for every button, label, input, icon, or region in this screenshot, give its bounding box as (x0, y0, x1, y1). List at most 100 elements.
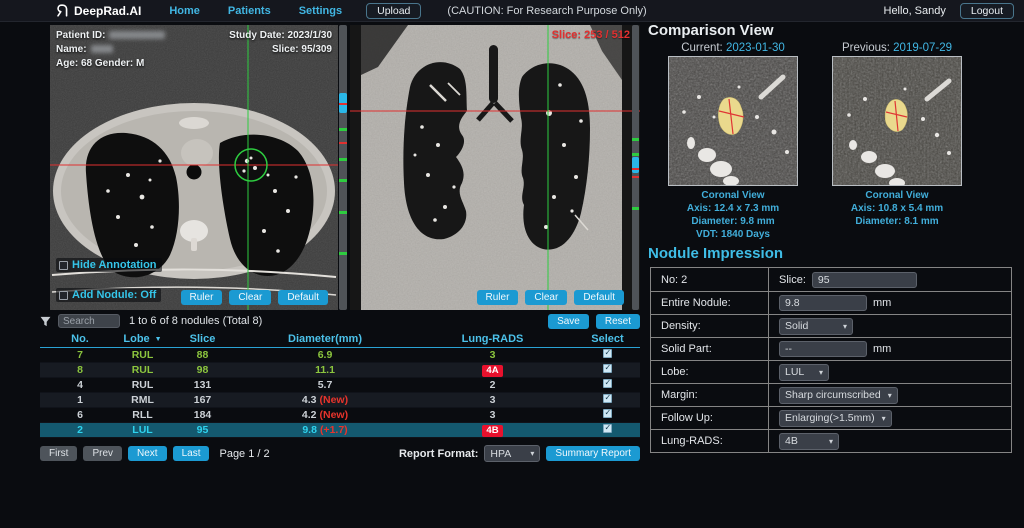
upload-button[interactable]: Upload (366, 2, 422, 19)
diameter-change-note: (New) (319, 394, 349, 406)
coronal-ct-view[interactable]: Slice: 253 / 512 Ruler Clear Default (350, 25, 640, 310)
table-row[interactable]: 4 RUL 131 5.7 2 (40, 378, 640, 393)
current-slice-marker (632, 168, 639, 170)
add-nodule-toggle[interactable]: Add Nodule: Off (56, 288, 162, 302)
diameter-value: 9.8 (302, 424, 317, 436)
impression-row-no: No: 2 Slice: (651, 268, 1011, 291)
summary-report-button[interactable]: Summary Report (546, 446, 640, 461)
chevron-down-icon: ▾ (828, 436, 833, 446)
column-header-no[interactable]: No. (40, 333, 120, 345)
entire-nodule-label: Entire Nodule: (651, 292, 769, 314)
impression-row-entire-nodule: Entire Nodule: mm (651, 291, 1011, 314)
current-vdt: VDT: 1840 Days (696, 229, 770, 240)
cell-slice: 184 (193, 409, 212, 421)
coronal-scrollbar-thumb[interactable] (632, 157, 639, 173)
cell-lobe: RUL (131, 349, 154, 361)
nodule-impression-title: Nodule Impression (648, 245, 784, 262)
entire-nodule-unit: mm (873, 297, 892, 309)
coronal-toolbar: Ruler Clear Default (476, 290, 624, 305)
cell-slice: 167 (193, 394, 212, 406)
cell-diameter: 4.3 (New) (240, 394, 410, 406)
cell-lobe: RML (131, 394, 154, 406)
current-date-label: Current: 2023-01-30 (668, 42, 798, 54)
column-header-select[interactable]: Select (575, 333, 640, 345)
previous-measurements: Coronal View Axis: 10.8 x 5.4 mm Diamete… (832, 189, 962, 241)
current-axis: Axis: 12.4 x 7.3 mm (686, 203, 780, 214)
axial-slice-scrollbar[interactable] (339, 25, 347, 310)
column-header-lobe[interactable]: Lobe ▼ (120, 333, 165, 345)
cell-no: 4 (77, 379, 83, 391)
row-select-checkbox[interactable] (603, 378, 612, 388)
axial-scrollbar-thumb[interactable] (339, 93, 347, 113)
axial-slice-indicator: Slice: 95/309 (271, 44, 332, 55)
prev-page-button[interactable]: Prev (83, 446, 123, 461)
nav-home[interactable]: Home (169, 5, 200, 17)
current-nodule-thumbnail[interactable] (668, 56, 798, 186)
coronal-clear-button[interactable]: Clear (525, 290, 568, 305)
table-row[interactable]: 8 RUL 98 11.1 4A (40, 363, 640, 378)
row-select-checkbox[interactable] (603, 408, 612, 418)
report-format-value: HPA (490, 447, 512, 460)
add-nodule-checkbox[interactable] (59, 290, 68, 300)
previous-date-label: Previous: 2019-07-29 (832, 42, 962, 54)
lungrads-select[interactable]: 4B ▾ (779, 432, 839, 450)
solid-part-input[interactable] (779, 341, 867, 357)
lobe-select[interactable]: LUL ▾ (779, 363, 829, 381)
page-indicator: Page 1 / 2 (219, 447, 270, 460)
density-select[interactable]: Solid ▾ (779, 317, 853, 335)
nav-settings[interactable]: Settings (299, 5, 342, 17)
cell-slice: 88 (196, 349, 209, 361)
nodule-impression-form: No: 2 Slice: Entire Nodule: mm Density: … (650, 267, 1012, 453)
search-input[interactable] (58, 314, 120, 328)
previous-label: Previous: (842, 42, 890, 54)
last-page-button[interactable]: Last (172, 446, 210, 461)
table-row[interactable]: 6 RLL 184 4.2 (New) 3 (40, 408, 640, 423)
axial-ct-view[interactable]: Patient ID: Name: Age: 68 Gender: M Stud… (50, 25, 338, 310)
nodule-position-marker-red (632, 176, 639, 178)
diameter-value: 4.3 (301, 394, 317, 406)
study-info-overlay: Study Date: 2023/1/30 Slice: 95/309 (229, 29, 332, 57)
cell-lungrads: 3 (489, 349, 496, 361)
margin-select[interactable]: Sharp circumscribed ▾ (779, 386, 898, 404)
row-select-checkbox[interactable] (603, 363, 612, 373)
previous-nodule-thumbnail[interactable] (832, 56, 962, 188)
coronal-default-button[interactable]: Default (574, 290, 624, 305)
slice-label: Slice: (779, 273, 806, 286)
report-format-select[interactable]: HPA ▾ (484, 445, 541, 462)
study-date: Study Date: 2023/1/30 (229, 30, 332, 41)
table-row[interactable]: 7 RUL 88 6.9 3 (40, 348, 640, 363)
column-header-slice[interactable]: Slice (165, 333, 240, 345)
logout-button[interactable]: Logout (959, 2, 1014, 19)
nodule-position-marker (339, 252, 347, 255)
diameter-value: 6.9 (317, 349, 333, 361)
filter-icon[interactable] (40, 316, 51, 327)
axial-default-button[interactable]: Default (278, 290, 328, 305)
sort-desc-icon: ▼ (154, 336, 162, 343)
table-row[interactable]: 1 RML 167 4.3 (New) 3 (40, 393, 640, 408)
axial-ruler-button[interactable]: Ruler (180, 290, 223, 305)
reset-button[interactable]: Reset (595, 313, 640, 329)
nodule-position-marker (339, 211, 347, 214)
column-header-diameter[interactable]: Diameter(mm) (240, 333, 410, 345)
nav-patients[interactable]: Patients (228, 5, 271, 17)
table-row[interactable]: 2 LUL 95 9.8 (+1.7) 4B (40, 423, 640, 438)
brand-logo[interactable]: DeepRad.AI (56, 4, 141, 18)
axial-clear-button[interactable]: Clear (229, 290, 272, 305)
followup-select[interactable]: Enlarging(>1.5mm) ▾ (779, 409, 892, 427)
next-page-button[interactable]: Next (128, 446, 167, 461)
first-page-button[interactable]: First (40, 446, 78, 461)
hide-annotation-checkbox[interactable] (59, 260, 68, 270)
navbar: DeepRad.AI Home Patients Settings Upload… (0, 0, 1024, 22)
slice-input[interactable] (811, 271, 917, 288)
save-button[interactable]: Save (548, 313, 589, 329)
row-select-checkbox[interactable] (603, 348, 612, 358)
nodule-position-marker-red (339, 142, 347, 144)
row-select-checkbox[interactable] (603, 393, 612, 403)
entire-nodule-input[interactable] (779, 295, 867, 311)
column-header-lungrads[interactable]: Lung-RADS (410, 333, 575, 345)
coronal-slice-scrollbar[interactable] (632, 25, 639, 310)
chevron-down-icon: ▾ (818, 367, 823, 377)
row-select-checkbox[interactable] (603, 423, 612, 433)
coronal-ruler-button[interactable]: Ruler (476, 290, 519, 305)
hide-annotation-toggle[interactable]: Hide Annotation (56, 258, 162, 272)
